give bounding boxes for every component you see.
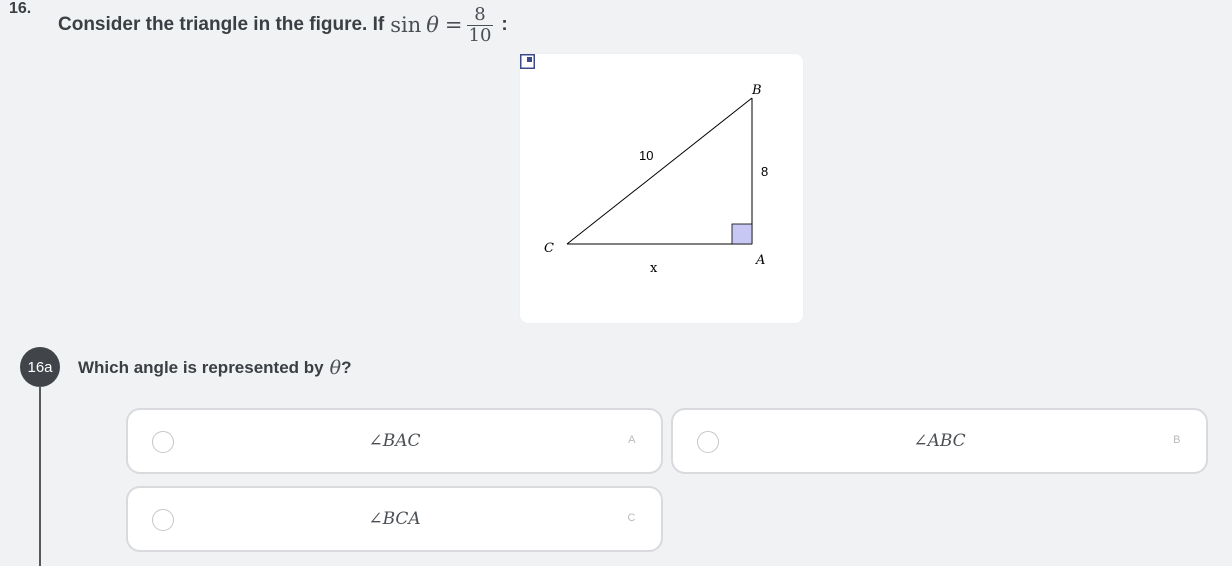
radio-option-a[interactable] — [152, 431, 174, 453]
option-b-letter: B — [1173, 434, 1181, 446]
prompt-suffix: ? — [341, 358, 352, 377]
horizontal-leg-label: x — [650, 261, 658, 276]
radio-option-b[interactable] — [697, 431, 719, 453]
fraction: 8 10 — [466, 3, 494, 46]
question-stem: Consider the triangle in the figure. If … — [58, 4, 508, 46]
vertex-c-label: C — [544, 241, 554, 256]
option-c-letter: C — [627, 512, 636, 524]
math-equals: = — [444, 13, 463, 37]
math-sin: sin — [390, 13, 422, 37]
hypotenuse-label: 10 — [639, 148, 653, 163]
vertex-b-label: B — [751, 83, 762, 98]
hypotenuse-cb — [566, 97, 753, 245]
vertical-leg-label: 8 — [761, 164, 768, 179]
part-prompt: Which angle is represented by θ ? — [78, 354, 351, 382]
option-c-text: ∠BCA — [368, 509, 421, 529]
answer-option-c[interactable]: ∠BCA C — [126, 486, 663, 552]
part-connector-line — [39, 386, 41, 566]
prompt-theta: θ — [329, 357, 342, 379]
expand-image-icon[interactable] — [520, 54, 535, 69]
right-angle-marker — [731, 223, 753, 245]
option-a-text: ∠BAC — [368, 431, 421, 451]
figure-card: B A C 10 8 x — [520, 54, 803, 323]
option-a-letter: A — [628, 434, 636, 446]
part-badge: 16a — [20, 347, 60, 387]
fraction-denominator: 10 — [468, 24, 492, 46]
option-b-text: ∠ABC — [913, 431, 966, 451]
radio-option-c[interactable] — [152, 509, 174, 531]
part-prompt-text: Which angle is represented by — [78, 358, 324, 377]
answer-option-a[interactable]: ∠BAC A — [126, 408, 663, 474]
math-theta: θ — [426, 13, 439, 37]
vertex-a-label: A — [755, 253, 765, 268]
stem-suffix: : — [501, 14, 508, 35]
question-stem-text: Consider the triangle in the figure. If — [58, 14, 385, 35]
question-number: 16. — [9, 0, 32, 17]
triangle-figure: B A C 10 8 x — [544, 83, 768, 276]
fraction-numerator: 8 — [474, 3, 486, 25]
answer-option-b[interactable]: ∠ABC B — [671, 408, 1208, 474]
